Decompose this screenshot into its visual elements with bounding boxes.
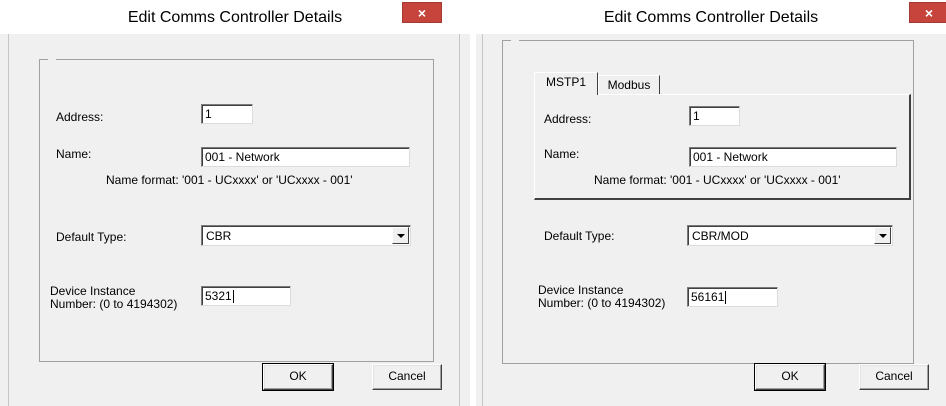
name-label: Name: <box>544 147 580 161</box>
name-value: 001 - Network <box>693 150 768 164</box>
default-type-label: Default Type: <box>544 229 615 243</box>
chevron-down-icon <box>397 234 405 238</box>
default-type-select[interactable]: CBR/MOD <box>687 225 893 246</box>
device-instance-label-line2: Number: (0 to 4194302) <box>50 297 178 311</box>
device-instance-label-line1: Device Instance <box>50 284 136 298</box>
tab-mstp1[interactable]: MSTP1 <box>534 72 598 95</box>
default-type-label: Default Type: <box>56 230 127 244</box>
cancel-button[interactable]: Cancel <box>372 364 442 390</box>
dropdown-button[interactable] <box>392 227 409 244</box>
address-value: 1 <box>205 107 212 121</box>
default-type-value: CBR <box>206 229 232 243</box>
device-instance-value: 56161 <box>691 290 725 304</box>
dialog-title: Edit Comms Controller Details <box>127 9 343 26</box>
address-value: 1 <box>693 109 700 123</box>
device-instance-label-line1: Device Instance <box>538 283 624 297</box>
address-label: Address: <box>56 110 104 124</box>
device-instance-input[interactable]: 5321 <box>201 286 291 306</box>
ok-button[interactable]: OK <box>262 363 334 391</box>
dialog-right: Edit Comms Controller Details × MSTP1 Mo… <box>476 0 946 406</box>
name-label: Name: <box>56 147 92 161</box>
dialog-left: Edit Comms Controller Details × Address:… <box>0 0 470 406</box>
name-input[interactable]: 001 - Network <box>201 147 410 167</box>
title-bar: Edit Comms Controller Details × <box>476 0 946 34</box>
device-instance-value: 5321 <box>205 289 232 303</box>
dialog-title: Edit Comms Controller Details <box>603 9 819 26</box>
address-label: Address: <box>544 112 592 126</box>
name-format-hint: Name format: '001 - UCxxxx' or 'UCxxxx -… <box>594 173 841 187</box>
group-notch <box>511 39 519 43</box>
name-value: 001 - Network <box>205 150 280 164</box>
chevron-down-icon <box>879 234 887 238</box>
name-format-hint: Name format: '001 - UCxxxx' or 'UCxxxx -… <box>106 173 353 187</box>
cancel-button[interactable]: Cancel <box>859 364 929 390</box>
address-input[interactable]: 1 <box>201 104 253 124</box>
default-type-select[interactable]: CBR <box>201 225 411 246</box>
tab-modbus[interactable]: Modbus <box>598 75 660 95</box>
close-icon: × <box>417 5 427 21</box>
window-edge-right <box>459 34 460 406</box>
dropdown-button[interactable] <box>874 227 891 244</box>
name-input[interactable]: 001 - Network <box>689 147 897 167</box>
title-bar: Edit Comms Controller Details × <box>0 0 470 34</box>
close-button[interactable]: × <box>909 2 946 23</box>
group-notch <box>48 58 56 62</box>
window-edge-left <box>482 34 483 406</box>
default-type-value: CBR/MOD <box>692 229 749 243</box>
text-caret <box>725 291 727 305</box>
address-input[interactable]: 1 <box>689 106 740 126</box>
ok-button[interactable]: OK <box>754 363 826 391</box>
device-instance-label-line2: Number: (0 to 4194302) <box>538 296 666 310</box>
close-icon: × <box>924 5 934 21</box>
close-button[interactable]: × <box>402 2 442 23</box>
device-instance-input[interactable]: 56161 <box>687 287 778 307</box>
text-caret <box>232 290 234 304</box>
window-edge-left <box>8 34 9 406</box>
